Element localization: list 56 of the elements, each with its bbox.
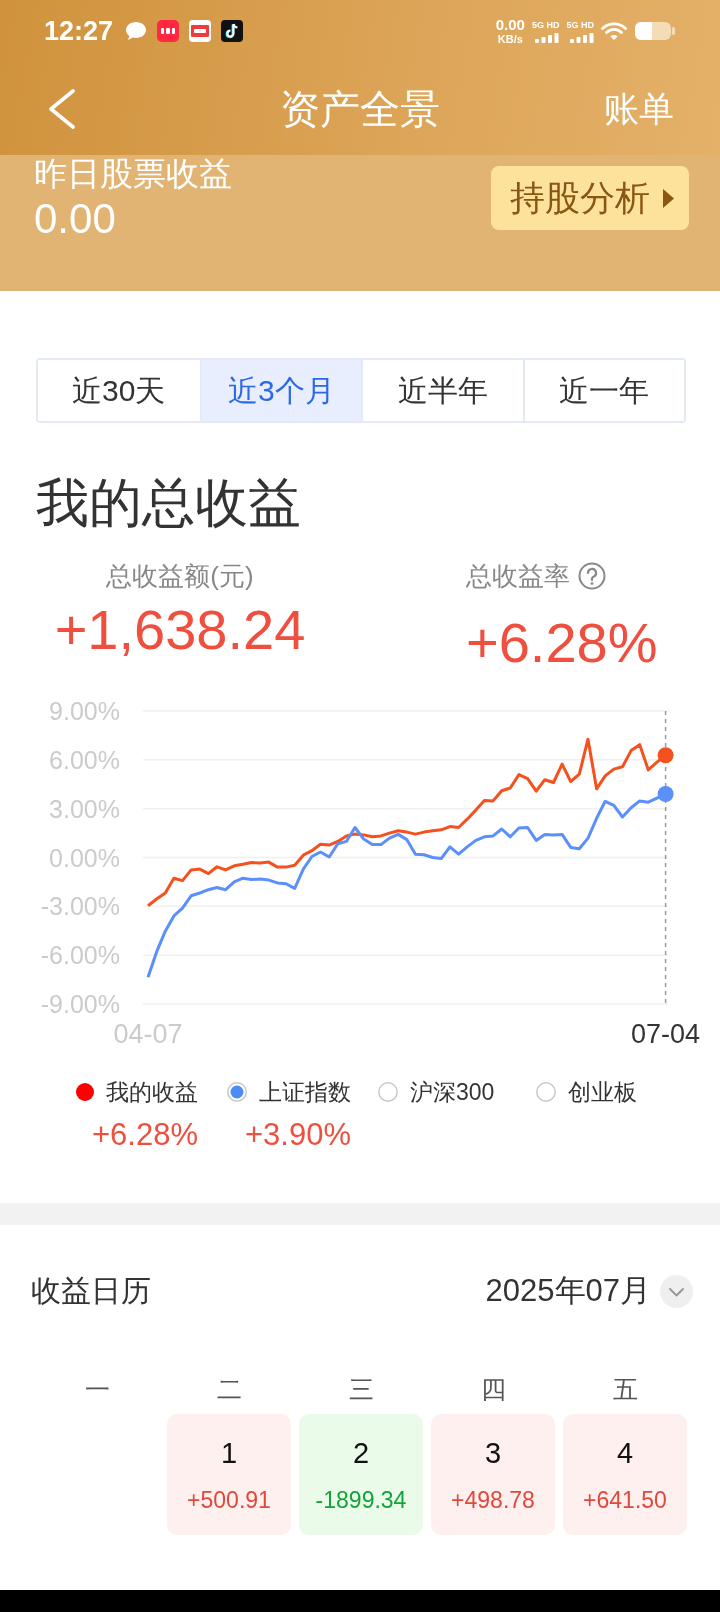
day-number: 3: [484, 1436, 502, 1470]
weekday-label: 三: [347, 1374, 375, 1404]
calendar-day-cell[interactable]: 4 +641.50: [563, 1414, 687, 1535]
weekday-label: 一: [83, 1374, 111, 1404]
day-number: 4: [616, 1436, 634, 1470]
day-number: 1: [220, 1436, 238, 1470]
day-number: 2: [352, 1436, 370, 1470]
caret-right-icon: [663, 188, 674, 208]
status-time: 12:27: [44, 16, 114, 46]
network-type-label: 5G HD: [566, 19, 594, 30]
help-icon[interactable]: [578, 562, 606, 590]
legend-option[interactable]: 沪深300: [378, 1077, 495, 1107]
summary-value: 0.00: [34, 195, 117, 243]
range-tab[interactable]: 近3个月: [199, 360, 361, 421]
section-title: 我的总收益: [36, 472, 301, 534]
point-marker-icon: [657, 747, 674, 764]
chat-bubble-icon: [125, 21, 148, 41]
music-note-app-icon: [221, 20, 244, 42]
metric-value: +1,638.24: [54, 598, 306, 662]
legend-option[interactable]: 创业板: [536, 1077, 637, 1107]
x-axis-label: 07-04: [631, 1019, 701, 1049]
legend-option[interactable]: 上证指数: [227, 1077, 351, 1107]
metric-value: +6.28%: [466, 611, 658, 675]
calendar-day-cell[interactable]: 2 -1899.34: [299, 1414, 423, 1535]
month-picker[interactable]: 2025年07月: [485, 1271, 693, 1311]
range-tab[interactable]: 近一年: [522, 360, 684, 421]
network-speed-value: 0.00: [495, 17, 525, 32]
day-amount: +498.78: [451, 1486, 535, 1514]
legend-value: +6.28%: [92, 1117, 198, 1153]
wifi-icon: [601, 21, 627, 41]
back-icon[interactable]: [46, 88, 76, 129]
chevron-down-icon: [660, 1274, 693, 1308]
signal-bars-icon: [570, 32, 594, 43]
day-amount: +500.91: [187, 1486, 271, 1514]
weekday-label: 二: [215, 1374, 243, 1404]
metric-label: 总收益额(元): [106, 560, 254, 592]
summary-label: 昨日股票收益: [34, 156, 232, 192]
day-amount: +641.50: [583, 1486, 667, 1514]
network-type-label: 5G HD: [531, 19, 560, 30]
page-title: 资产全景: [280, 85, 440, 133]
calendar-title: 收益日历: [31, 1273, 151, 1309]
weekday-label: 四: [479, 1374, 507, 1404]
app-icon: [157, 20, 180, 42]
point-marker-icon: [657, 786, 674, 802]
weekday-label: 五: [611, 1374, 639, 1404]
calendar-day-cell[interactable]: 3 +498.78: [431, 1414, 555, 1535]
metric-label: 总收益率: [466, 560, 570, 592]
network-speed-unit: KB/s: [497, 32, 523, 45]
legend-option[interactable]: 我的收益: [76, 1077, 198, 1107]
holdings-analysis-button[interactable]: 持股分析: [491, 166, 689, 230]
app-icon: [189, 20, 212, 42]
legend-value: +3.90%: [245, 1117, 351, 1153]
calendar-day-cell[interactable]: 1 +500.91: [167, 1414, 291, 1535]
battery-icon: [634, 21, 676, 41]
signal-bars-icon: [535, 32, 560, 43]
day-amount: -1899.34: [315, 1486, 407, 1514]
